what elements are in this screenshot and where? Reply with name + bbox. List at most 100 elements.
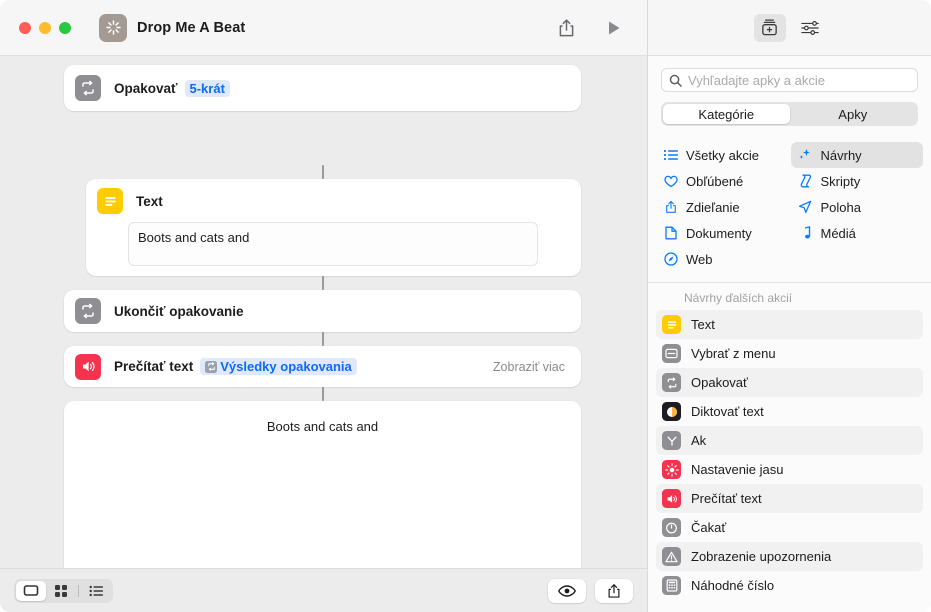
- single-view-icon: [23, 585, 39, 596]
- text-input-field[interactable]: Boots and cats and: [128, 222, 538, 266]
- share-icon: [608, 583, 620, 598]
- connector-4: [322, 387, 324, 401]
- repeat-results-token[interactable]: Výsledky opakovania: [200, 358, 357, 375]
- zoom-button[interactable]: [59, 21, 71, 34]
- search-container: Vyhľadajte apky a akcie: [648, 56, 931, 92]
- library-tabs[interactable]: Kategórie Apky: [661, 102, 918, 126]
- action-label: Opakovať: [114, 80, 178, 96]
- output-preview-card[interactable]: Boots and cats and Strana 1 z 5: [64, 401, 581, 568]
- timer-icon: [662, 518, 681, 537]
- suggestions-list[interactable]: Text Vybrať z menu Opakovať Diktovať tex…: [648, 310, 931, 612]
- repeat-end-icon: [75, 298, 101, 324]
- tab-kategorie[interactable]: Kategórie: [663, 104, 790, 124]
- text-icon: [97, 188, 123, 214]
- search-placeholder: Vyhľadajte apky a akcie: [688, 72, 826, 88]
- close-button[interactable]: [19, 21, 31, 34]
- share-button[interactable]: [549, 13, 583, 43]
- category-media[interactable]: Médiá: [791, 220, 924, 246]
- segment-divider: [78, 584, 79, 597]
- category-navrhy[interactable]: Návrhy: [790, 142, 923, 168]
- grid-view-icon: [55, 584, 67, 597]
- action-header: Prečítať text Výsledky opakovania Zobraz…: [64, 346, 581, 387]
- speaker-icon: [662, 489, 681, 508]
- search-input[interactable]: Vyhľadajte apky a akcie: [661, 68, 918, 92]
- list-bullet-icon: [662, 149, 679, 161]
- suggestion-repeat[interactable]: Opakovať: [656, 368, 923, 397]
- token-label: 5-krát: [189, 80, 225, 96]
- play-icon: [609, 21, 620, 34]
- action-label: Prečítať text: [114, 359, 194, 374]
- category-zdielanie[interactable]: Zdieľanie: [656, 194, 789, 220]
- category-dokumenty[interactable]: Dokumenty: [656, 220, 789, 246]
- sparkle-glyph: [105, 20, 121, 35]
- document-icon: [662, 226, 679, 240]
- repeat-icon: [75, 75, 101, 101]
- category-label: Obľúbené: [686, 173, 744, 189]
- suggestion-label: Prečítať text: [691, 491, 762, 506]
- token-label: Výsledky opakovania: [220, 359, 352, 374]
- shortcuts-window: Drop Me A Beat Opakovať 5-krát Text Boot…: [0, 0, 931, 612]
- repeat-glyph: [82, 303, 94, 319]
- category-label: Návrhy: [820, 147, 862, 163]
- action-header: Text: [86, 179, 581, 223]
- suggestion-choose-from-menu[interactable]: Vybrať z menu: [656, 339, 923, 368]
- share-output-button[interactable]: [595, 578, 633, 603]
- category-web[interactable]: Web: [656, 246, 789, 272]
- suggestion-label: Opakovať: [691, 375, 748, 390]
- editor-pane: Drop Me A Beat Opakovať 5-krát Text Boot…: [0, 0, 647, 612]
- shortcut-details-button[interactable]: [794, 14, 826, 42]
- suggestion-set-brightness[interactable]: Nastavenie jasu: [656, 455, 923, 484]
- action-library-button[interactable]: [753, 13, 786, 42]
- connector-3: [322, 332, 324, 346]
- suggestion-wait[interactable]: Čakať: [656, 513, 923, 542]
- grid-view-button[interactable]: [46, 581, 76, 601]
- category-label: Dokumenty: [686, 225, 752, 241]
- repeat-count-token[interactable]: 5-krát: [184, 79, 230, 97]
- action-library-icon: [762, 19, 777, 36]
- speaker-icon: [75, 353, 101, 380]
- category-label: Skripty: [820, 173, 861, 189]
- action-card-speak-text[interactable]: Prečítať text Výsledky opakovania Zobraz…: [64, 346, 581, 387]
- suggestion-label: Náhodné číslo: [691, 578, 775, 593]
- suggestion-text[interactable]: Text: [656, 310, 923, 339]
- repeat-glyph: [82, 80, 94, 96]
- music-note-icon: [797, 226, 814, 240]
- suggestion-speak-text[interactable]: Prečítať text: [656, 484, 923, 513]
- shortcuts-app-icon: [99, 13, 127, 42]
- category-label: Poloha: [820, 199, 861, 215]
- list-view-button[interactable]: [81, 581, 111, 601]
- run-button[interactable]: [597, 13, 631, 43]
- view-mode-group[interactable]: [14, 578, 113, 603]
- tab-apky[interactable]: Apky: [790, 104, 917, 124]
- if-branch-icon: [662, 431, 681, 450]
- suggestion-show-alert[interactable]: Zobrazenie upozornenia: [656, 542, 923, 571]
- action-label: Ukončiť opakovanie: [114, 303, 244, 319]
- suggestion-label: Čakať: [691, 520, 727, 535]
- preview-toggle-button[interactable]: [548, 578, 586, 603]
- category-label: Zdieľanie: [686, 199, 740, 215]
- action-header: Ukončiť opakovanie: [64, 290, 581, 332]
- category-label: Všetky akcie: [686, 147, 759, 163]
- traffic-lights: [19, 21, 71, 34]
- category-vsetky-akcie[interactable]: Všetky akcie: [656, 142, 789, 168]
- workflow-canvas[interactable]: Opakovať 5-krát Text Boots and cats and …: [0, 56, 647, 568]
- suggestion-random-number[interactable]: Náhodné číslo: [656, 571, 923, 600]
- suggestion-label: Nastavenie jasu: [691, 462, 784, 477]
- category-skripty[interactable]: Skripty: [791, 168, 924, 194]
- action-card-repeat[interactable]: Opakovať 5-krát: [64, 65, 581, 111]
- single-view-button[interactable]: [16, 580, 46, 601]
- minimize-button[interactable]: [39, 21, 51, 34]
- window-titlebar: Drop Me A Beat: [0, 0, 647, 56]
- action-card-text[interactable]: Text Boots and cats and: [86, 179, 581, 276]
- suggestion-if[interactable]: Ak: [656, 426, 923, 455]
- suggestion-label: Zobrazenie upozornenia: [691, 549, 832, 564]
- editor-bottom-bar: [0, 568, 647, 612]
- action-card-end-repeat[interactable]: Ukončiť opakovanie: [64, 290, 581, 332]
- suggestions-header: Návrhy ďalších akcií: [684, 291, 793, 305]
- show-more-button[interactable]: Zobraziť viac: [493, 360, 565, 374]
- suggestion-dictate-text[interactable]: Diktovať text: [656, 397, 923, 426]
- category-poloha[interactable]: Poloha: [791, 194, 924, 220]
- category-oblubene[interactable]: Obľúbené: [656, 168, 789, 194]
- connector-2: [322, 276, 324, 290]
- dictate-icon: [662, 402, 681, 421]
